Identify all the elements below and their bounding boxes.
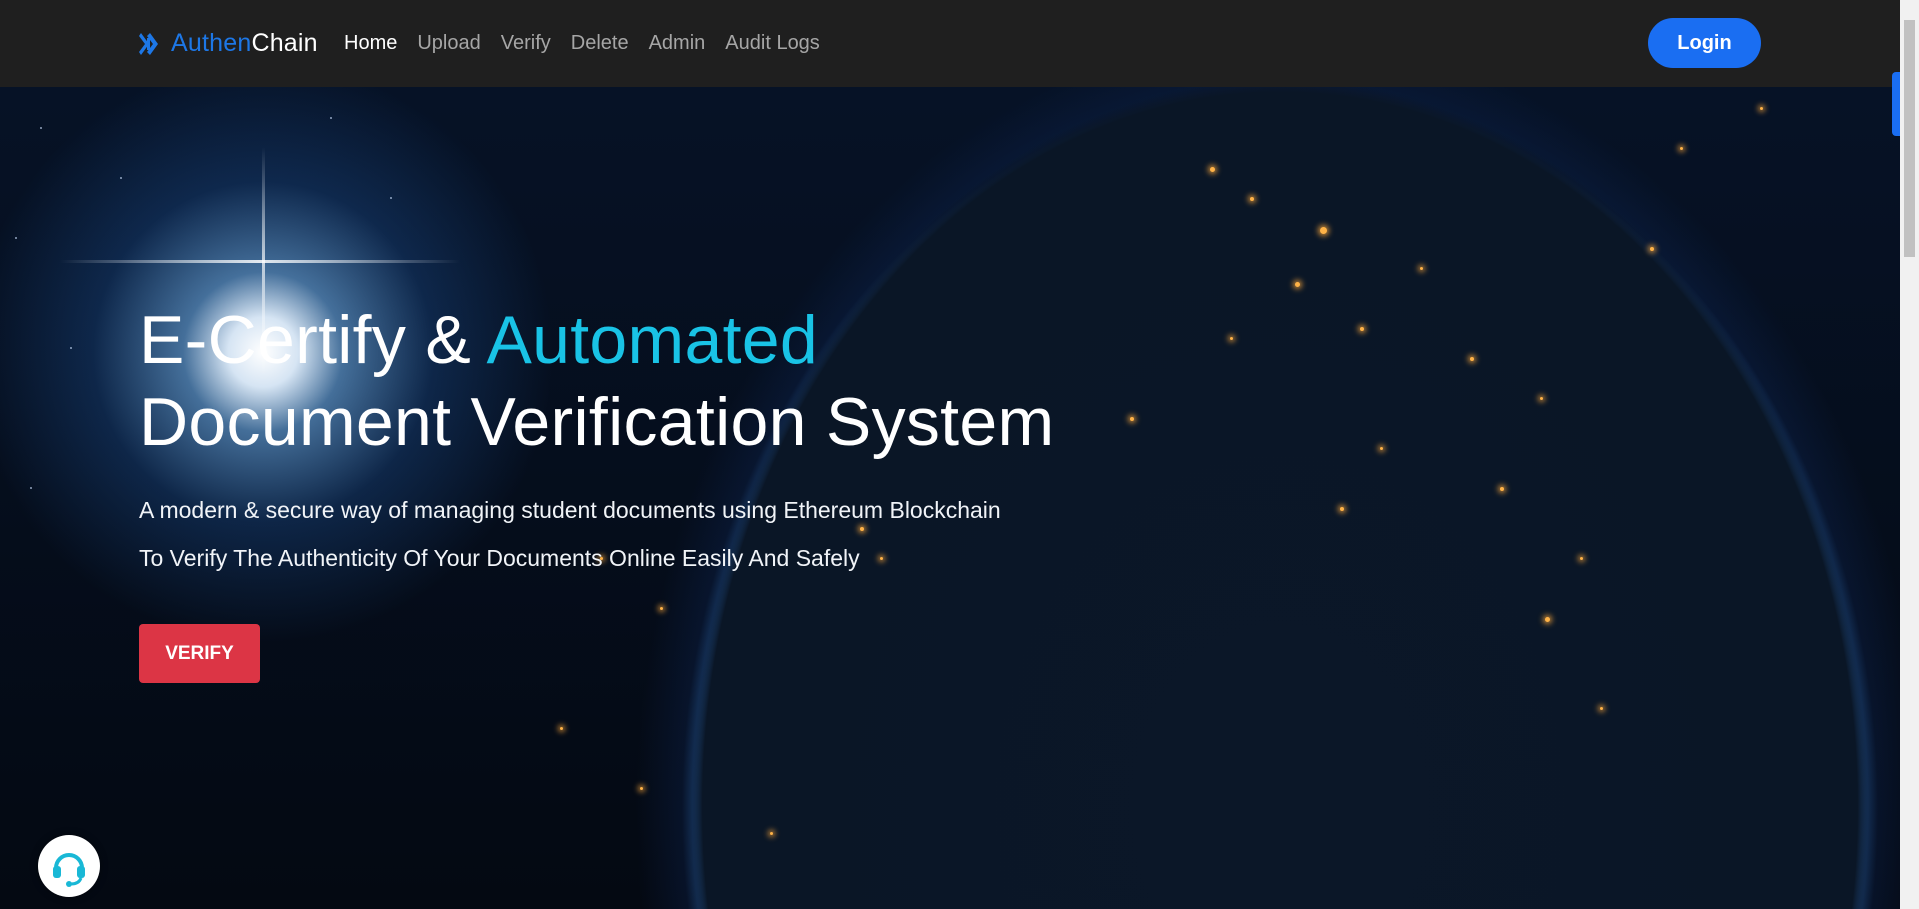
- hero-title-accent: Automated: [486, 302, 819, 378]
- hero-subtitle-2: To Verify The Authenticity Of Your Docum…: [139, 545, 860, 571]
- verify-cta-button[interactable]: VERIFY: [139, 624, 260, 683]
- nav-links: Home Upload Verify Delete Admin Audit Lo…: [344, 0, 840, 87]
- sun-flare-horizontal: [60, 260, 460, 263]
- nav-delete[interactable]: Delete: [571, 32, 629, 55]
- nav-verify[interactable]: Verify: [501, 32, 551, 55]
- top-navbar: AuthenChain Home Upload Verify Delete Ad…: [0, 0, 1900, 87]
- hero-title-part1: E-Certify &: [139, 302, 487, 378]
- hero-title: E-Certify & Automated Document Verificat…: [139, 299, 1054, 463]
- nav-audit-logs[interactable]: Audit Logs: [725, 32, 820, 55]
- brand-name-part1: Authen: [171, 29, 252, 57]
- brand-logo-link[interactable]: AuthenChain: [139, 0, 318, 87]
- chat-support-button[interactable]: [38, 835, 100, 897]
- nav-upload[interactable]: Upload: [417, 32, 480, 55]
- headset-support-icon: [53, 853, 85, 887]
- nav-home[interactable]: Home: [344, 32, 397, 55]
- hero-title-line2: Document Verification System: [139, 384, 1055, 460]
- nav-admin[interactable]: Admin: [649, 32, 706, 55]
- side-scroll-tab[interactable]: [1892, 72, 1900, 136]
- scrollbar-thumb[interactable]: [1904, 20, 1915, 257]
- login-button[interactable]: Login: [1648, 18, 1761, 68]
- hero-section: E-Certify & Automated Document Verificat…: [0, 87, 1900, 909]
- double-chevron-logo-icon: [139, 32, 158, 55]
- page-scrollbar[interactable]: [1900, 0, 1919, 909]
- hero-subtitle-1: A modern & secure way of managing studen…: [139, 497, 1001, 523]
- brand-name: AuthenChain: [171, 29, 318, 58]
- brand-name-part2: Chain: [251, 29, 318, 57]
